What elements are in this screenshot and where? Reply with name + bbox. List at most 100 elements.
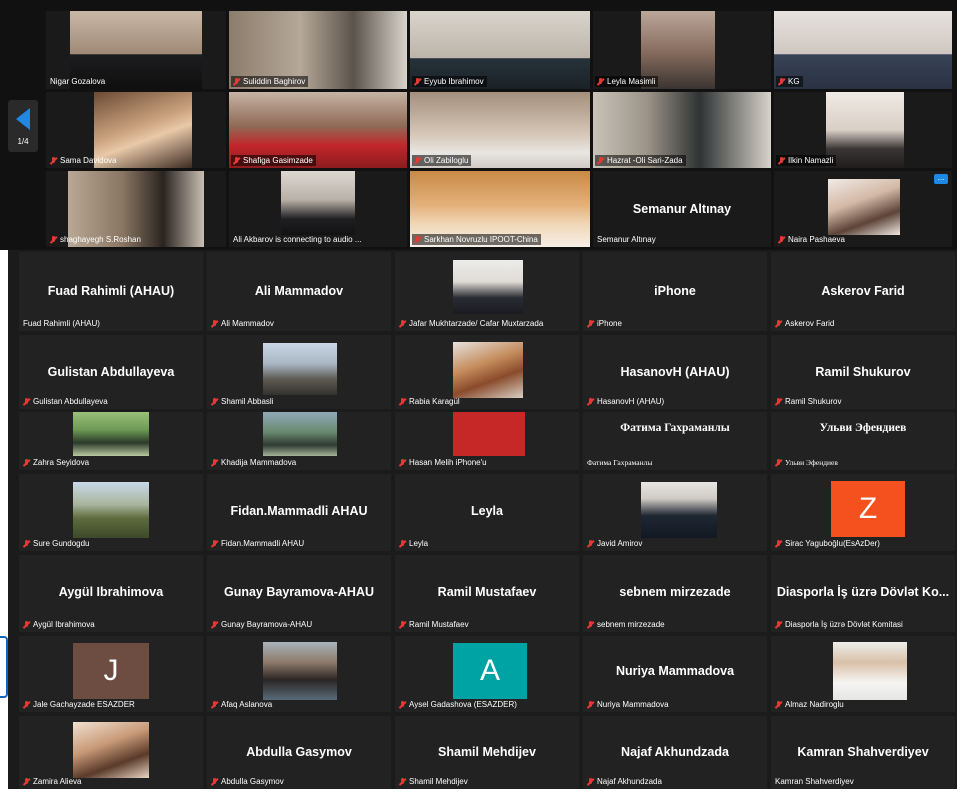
participant-tile-sirac[interactable]: Z Sirac Yaguboğlu(EsAzDer) xyxy=(771,474,955,551)
participant-tile-zahra[interactable]: Zahra Seyidova xyxy=(19,412,203,470)
left-arrow-icon xyxy=(16,108,30,130)
participant-photo xyxy=(641,482,717,538)
participant-display-name: iPhone xyxy=(654,284,696,298)
participant-tile-eyyub[interactable]: Eyyub Ibrahimov xyxy=(410,11,590,89)
participant-tile-almaz[interactable]: Almaz Nadiroglu xyxy=(771,636,955,712)
participant-name-label: Shamil Mehdijev xyxy=(397,776,471,787)
participant-display-name: Abdulla Gasymov xyxy=(246,745,352,759)
participant-tile-shaghayegh[interactable]: shaghayegh S.Roshan xyxy=(46,171,226,247)
participant-tile-hazrat[interactable]: Hazrat -Oli Sari-Zada xyxy=(593,92,771,168)
participant-name-label: Suliddin Baghirov xyxy=(231,76,309,87)
participant-display-name: Leyla xyxy=(471,504,503,518)
participant-tile-askerov[interactable]: Askerov Farid Askerov Farid xyxy=(771,252,955,331)
participant-name-label: Oli Zabiloglu xyxy=(412,155,472,166)
participant-tile-nuriya[interactable]: Nuriya Mammadova Nuriya Mammadova xyxy=(583,636,767,712)
participant-name-label: Diasporla İş üzrə Dövlət Komitasi xyxy=(773,619,906,630)
participant-tile-ali-akbarov[interactable]: Ali Akbarov is connecting to audio ... xyxy=(229,171,407,247)
participant-name-label: Zamira Alieva xyxy=(21,776,84,787)
participant-tile-hasanovh[interactable]: HasanovH (AHAU) HasanovH (AHAU) xyxy=(583,335,767,409)
participant-tile-sebnem[interactable]: sebnem mirzezade sebnem mirzezade xyxy=(583,555,767,632)
participant-name-label: Jafar Mukhtarzade/ Cafar Muxtarzada xyxy=(397,318,546,329)
participant-name-label: Ali Mammadov xyxy=(209,318,277,329)
participant-tile-shamil-abbasli[interactable]: Shamil Abbasli xyxy=(207,335,391,409)
participant-display-name: Ульви Эфендиев xyxy=(819,422,907,434)
participant-tile-nigar[interactable]: Nigar Gozalova xyxy=(46,11,226,89)
participant-tile-gunay[interactable]: Gunay Bayramova-AHAU Gunay Bayramova-AHA… xyxy=(207,555,391,632)
participant-tile-leyla[interactable]: Leyla Leyla xyxy=(395,474,579,551)
muted-mic-icon xyxy=(23,620,30,629)
muted-mic-icon xyxy=(778,77,785,86)
participant-tile-jale[interactable]: J Jale Gachayzade ESAZDER xyxy=(19,636,203,712)
muted-mic-icon xyxy=(414,156,421,165)
participant-tile-ramil-shukurov[interactable]: Ramil Shukurov Ramil Shukurov xyxy=(771,335,955,409)
participant-tile-semanur[interactable]: Semanur Altınay Semanur Altınay xyxy=(593,171,771,247)
participant-tile-kg[interactable]: KG xyxy=(774,11,952,89)
participant-tile-iphone[interactable]: iPhone iPhone xyxy=(583,252,767,331)
participant-tile-naira[interactable]: Naira Pashaeva xyxy=(774,171,952,247)
muted-mic-icon xyxy=(597,156,604,165)
participant-photo xyxy=(263,642,337,700)
muted-mic-icon xyxy=(778,156,785,165)
participant-name-label: Nuriya Mammadova xyxy=(585,699,672,710)
participant-tile-shamil-mehdijev[interactable]: Shamil Mehdijev Shamil Mehdijev xyxy=(395,716,579,789)
participant-tile-javid[interactable]: Javid Amirov xyxy=(583,474,767,551)
participant-tile-jafar[interactable]: Jafar Mukhtarzade/ Cafar Muxtarzada xyxy=(395,252,579,331)
participant-name-label: Nigar Gozalova xyxy=(50,77,106,86)
participant-name-label: Hazrat -Oli Sari-Zada xyxy=(595,155,686,166)
participant-tile-hasan-melih[interactable]: Hasan Melih iPhone'u xyxy=(395,412,579,470)
participant-tile-zamira[interactable]: Zamira Alieva xyxy=(19,716,203,789)
muted-mic-icon xyxy=(399,700,406,709)
participant-display-name: Semanur Altınay xyxy=(632,202,732,216)
participant-tile-afaq[interactable]: Afaq Aslanova xyxy=(207,636,391,712)
side-panel-handle[interactable] xyxy=(0,636,8,698)
participant-photo xyxy=(73,482,149,538)
participant-tile-aygul[interactable]: Aygül Ibrahimova Aygül Ibrahimova xyxy=(19,555,203,632)
muted-mic-icon xyxy=(211,539,218,548)
bottom-border xyxy=(0,789,957,793)
participant-tile-ulyan[interactable]: Ульви Эфендиев Ульви Эфендиев xyxy=(771,412,955,470)
previous-page-button[interactable]: 1/4 xyxy=(8,100,38,152)
avatar: Z xyxy=(831,481,905,537)
participant-name-label: Ramil Mustafaev xyxy=(397,619,472,630)
participant-name-label: Shamil Abbasli xyxy=(209,396,276,407)
participant-name-label: Abdulla Gasymov xyxy=(209,776,287,787)
participant-tile-gulistan[interactable]: Gulistan Abdullayeva Gulistan Abdullayev… xyxy=(19,335,203,409)
participant-tile-fuad[interactable]: Fuad Rahimli (AHAU) Fuad Rahimli (AHAU) xyxy=(19,252,203,331)
participant-tile-khadija[interactable]: Khadija Mammadova xyxy=(207,412,391,470)
participant-photo xyxy=(453,342,523,398)
participant-name-label: Leyla xyxy=(397,538,431,549)
muted-mic-icon xyxy=(587,777,594,786)
participant-tile-abdulla[interactable]: Abdulla Gasymov Abdulla Gasymov xyxy=(207,716,391,789)
participant-tile-leyla-masimli[interactable]: Leyla Masimli xyxy=(593,11,771,89)
muted-mic-icon xyxy=(399,620,406,629)
participant-tile-najaf[interactable]: Najaf Akhundzada Najaf Akhundzada xyxy=(583,716,767,789)
muted-mic-icon xyxy=(587,620,594,629)
participant-tile-shafiga[interactable]: Shafiga Gasimzade xyxy=(229,92,407,168)
participant-photo xyxy=(73,412,149,456)
participant-name-label: Askerov Farid xyxy=(773,318,837,329)
participant-tile-ramil-mustafaev[interactable]: Ramil Mustafaev Ramil Mustafaev xyxy=(395,555,579,632)
participant-tile-sama[interactable]: Sama Davidova xyxy=(46,92,226,168)
participant-tile-sure[interactable]: Sure Gundogdu xyxy=(19,474,203,551)
participant-tile-fidan[interactable]: Fidan.Mammadli AHAU Fidan.Mammadli AHAU xyxy=(207,474,391,551)
muted-mic-icon xyxy=(775,620,782,629)
participant-name-label: Aygül Ibrahimova xyxy=(21,619,98,630)
muted-mic-icon xyxy=(233,77,240,86)
muted-mic-icon xyxy=(778,235,785,244)
participant-tile-kamran[interactable]: Kamran Shahverdiyev Kamran Shahverdiyev xyxy=(771,716,955,789)
participant-display-name: Ramil Shukurov xyxy=(815,365,911,379)
participant-tile-ilkin[interactable]: Ilkin Namazli xyxy=(774,92,952,168)
participant-photo xyxy=(833,642,907,700)
participant-tile-sukhdin[interactable]: Suliddin Baghirov xyxy=(229,11,407,89)
view-options-button[interactable]: ... xyxy=(934,174,948,184)
muted-mic-icon xyxy=(597,77,604,86)
participant-tile-rabia[interactable]: Rabia Karagül xyxy=(395,335,579,409)
participant-tile-aysel[interactable]: A Aysel Gadashova (ESAZDER) xyxy=(395,636,579,712)
participant-video xyxy=(828,179,900,235)
participant-tile-diaspora[interactable]: Diasporla İş üzrə Dövlət Ko... Diasporla… xyxy=(771,555,955,632)
participant-tile-sarkhan[interactable]: Sarkhan Novruzlu IPOOT-China xyxy=(410,171,590,247)
participant-tile-ali-mammadov[interactable]: Ali Mammadov Ali Mammadov xyxy=(207,252,391,331)
participant-tile-fatima[interactable]: Фатима Гахраманлы Фатима Гахраманлы xyxy=(583,412,767,470)
muted-mic-icon xyxy=(414,235,421,244)
participant-tile-oli[interactable]: Oli Zabiloglu xyxy=(410,92,590,168)
